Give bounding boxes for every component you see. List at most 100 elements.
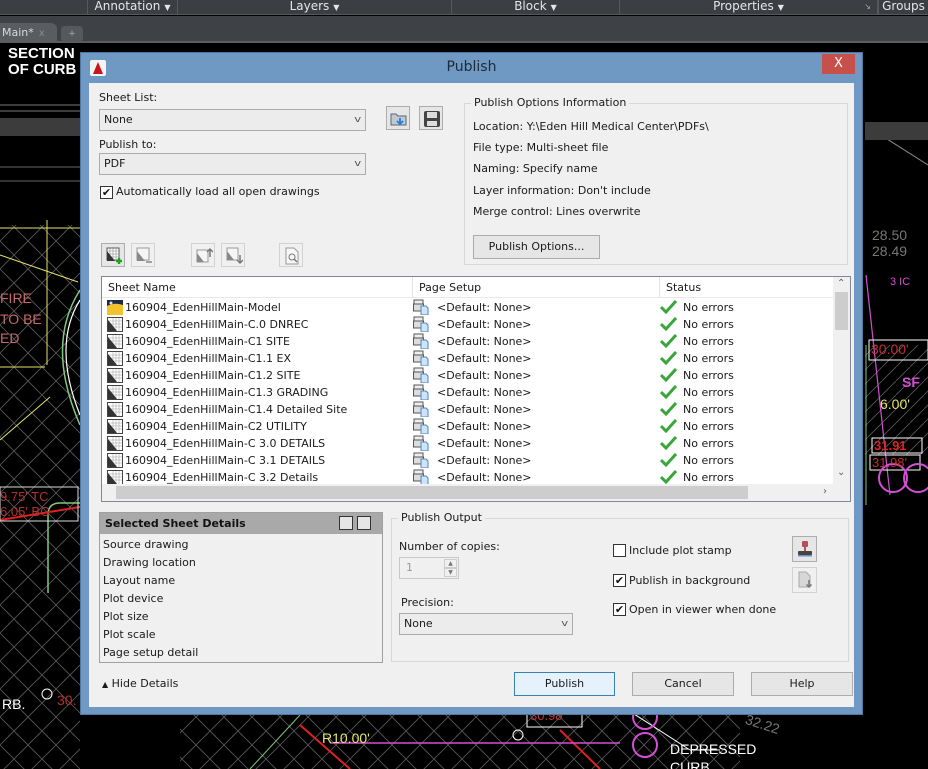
table-row[interactable]: 160904_EdenHillMain-C2 UTILITY <Default: … — [102, 418, 830, 435]
checkmark-icon — [660, 419, 677, 433]
layout-sheet-icon — [107, 334, 123, 349]
scroll-right-icon[interactable]: › — [823, 486, 827, 497]
ribbon-panel-properties[interactable]: Properties ▼ ↘ — [620, 0, 878, 15]
status-value: No errors — [683, 386, 734, 399]
load-sheet-list-button[interactable] — [386, 106, 410, 130]
column-header-sheet-name[interactable]: Sheet Name — [102, 277, 413, 298]
page-setup-icon — [413, 452, 429, 468]
plot-stamp-settings-button[interactable] — [792, 536, 817, 562]
publish-to-label: Publish to: — [99, 138, 157, 151]
layout-sheet-icon — [107, 385, 123, 400]
scroll-thumb[interactable] — [116, 486, 748, 499]
open-in-viewer-label: Open in viewer when done — [629, 603, 777, 616]
ribbon-panel-layers[interactable]: Layers ▼ — [178, 0, 452, 15]
page-setup-value: <Default: None> — [437, 454, 532, 467]
details-header: Selected Sheet Details — [100, 513, 382, 534]
sheet-list-label: Sheet List: — [99, 91, 158, 104]
cad-label: ED — [0, 330, 20, 346]
precision-value: None — [404, 617, 433, 630]
layout-sheet-icon — [107, 317, 123, 332]
page-setup-icon — [413, 469, 429, 485]
column-header-page-setup[interactable]: Page Setup — [413, 277, 660, 298]
cad-label: 9.75' TC — [0, 489, 49, 504]
folder-load-icon — [390, 113, 407, 126]
remove-sheets-button[interactable] — [131, 243, 155, 267]
decrement-icon[interactable]: ▼ — [444, 568, 457, 577]
checkmark-icon — [660, 368, 677, 382]
cad-label: CURB — [670, 759, 710, 769]
publish-options-button[interactable]: Publish Options... — [473, 235, 600, 259]
model-sheet-icon — [107, 300, 123, 315]
selected-sheet-details-panel: Selected Sheet Details Source drawing Dra… — [99, 512, 383, 663]
save-sheet-list-button[interactable] — [419, 106, 443, 130]
ribbon-panel-label: Groups — [882, 0, 925, 13]
preview-details-icon[interactable] — [357, 516, 371, 530]
preview-icon — [285, 247, 299, 265]
dropdown-arrow-icon: ▼ — [333, 3, 340, 12]
triangle-up-icon: ▲ — [102, 680, 109, 689]
sheet-name: 160904_EdenHillMain-Model — [125, 301, 281, 314]
document-tab[interactable]: Main* x — [0, 23, 57, 43]
ribbon-panel-label: Properties — [713, 0, 774, 13]
close-button[interactable]: X — [822, 54, 855, 74]
ribbon-panel-annotation[interactable]: Annotation ▼ — [88, 0, 178, 15]
add-sheets-icon — [106, 247, 122, 264]
sheet-list-value: None — [104, 113, 133, 126]
new-tab-button[interactable]: + — [61, 26, 83, 42]
detail-item: Page setup detail — [103, 646, 199, 659]
sheet-list-table[interactable]: Sheet Name Page Setup Status 160904_Eden… — [101, 276, 851, 502]
move-sheet-up-button[interactable] — [191, 243, 215, 267]
checkmark-icon — [660, 385, 677, 399]
table-row[interactable]: 160904_EdenHillMain-C1.1 EX <Default: Non… — [102, 350, 830, 367]
copies-label: Number of copies: — [399, 540, 500, 553]
dialog-title-bar[interactable]: Publish X — [81, 53, 862, 83]
publish-to-select[interactable]: PDF v — [99, 153, 366, 175]
cancel-button[interactable]: Cancel — [632, 672, 734, 696]
ribbon-panel-groups[interactable]: Groups — [878, 0, 928, 15]
chevron-down-icon: v — [353, 115, 361, 125]
increment-icon[interactable]: ▲ — [444, 559, 457, 568]
status-value: No errors — [683, 352, 734, 365]
dropdown-arrow-icon: ▼ — [164, 3, 171, 12]
precision-select[interactable]: None v — [399, 613, 573, 635]
status-value: No errors — [683, 437, 734, 450]
ribbon-panel-block[interactable]: Block ▼ — [452, 0, 620, 15]
preview-button[interactable] — [279, 243, 303, 267]
move-sheet-down-button[interactable] — [221, 243, 245, 267]
column-header-status[interactable]: Status — [660, 277, 833, 298]
layout-sheet-icon — [107, 470, 123, 485]
table-row[interactable]: 160904_EdenHillMain-C1.2 SITE <Default: N… — [102, 367, 830, 384]
document-tab-label: Main* — [2, 26, 34, 39]
scroll-up-icon[interactable]: ⌃ — [837, 278, 845, 289]
table-row[interactable]: 160904_EdenHillMain-C1 SITE <Default: Non… — [102, 333, 830, 350]
add-sheets-button[interactable] — [101, 243, 125, 267]
include-plot-stamp-checkbox[interactable] — [613, 544, 626, 557]
table-row[interactable]: 160904_EdenHillMain-C.0 DNREC <Default: N… — [102, 316, 830, 333]
scroll-thumb[interactable] — [835, 292, 848, 330]
publish-in-background-checkbox[interactable]: ✔ — [613, 574, 626, 587]
page-setup-icon — [413, 350, 429, 366]
table-row[interactable]: 160904_EdenHillMain-C1.4 Detailed Site <D… — [102, 401, 830, 418]
hide-details-toggle[interactable]: ▲ Hide Details — [102, 677, 178, 690]
page-setup-value: <Default: None> — [437, 386, 532, 399]
copies-stepper[interactable]: 1 ▲ ▼ — [399, 557, 459, 579]
table-row[interactable]: 160904_EdenHillMain-C 3.1 DETAILS <Defaul… — [102, 452, 830, 469]
auto-load-checkbox[interactable]: ✔ — [100, 186, 113, 199]
copy-details-icon[interactable] — [339, 516, 353, 530]
table-row[interactable]: 160904_EdenHillMain-Model <Default: None>… — [102, 299, 830, 316]
help-button[interactable]: Help — [751, 672, 853, 696]
table-row[interactable]: 160904_EdenHillMain-C 3.0 DETAILS <Defaul… — [102, 435, 830, 452]
publish-output-label: Publish Output — [398, 511, 485, 524]
panel-expand-icon[interactable]: ↘ — [864, 0, 871, 13]
vertical-scrollbar[interactable]: ⌃ ⌄ — [833, 277, 850, 484]
ribbon-panel-label: Annotation — [94, 0, 161, 13]
open-in-viewer-checkbox[interactable]: ✔ — [613, 603, 626, 616]
table-row[interactable]: 160904_EdenHillMain-C1.3 GRADING <Default… — [102, 384, 830, 401]
horizontal-scrollbar[interactable]: › — [102, 484, 850, 501]
export-settings-button[interactable] — [792, 567, 817, 593]
scroll-down-icon[interactable]: ⌄ — [837, 467, 845, 478]
sheet-list-select[interactable]: None v — [99, 109, 366, 131]
publish-button[interactable]: Publish — [514, 672, 615, 696]
close-tab-icon[interactable]: x — [39, 28, 45, 39]
page-setup-icon — [413, 316, 429, 332]
